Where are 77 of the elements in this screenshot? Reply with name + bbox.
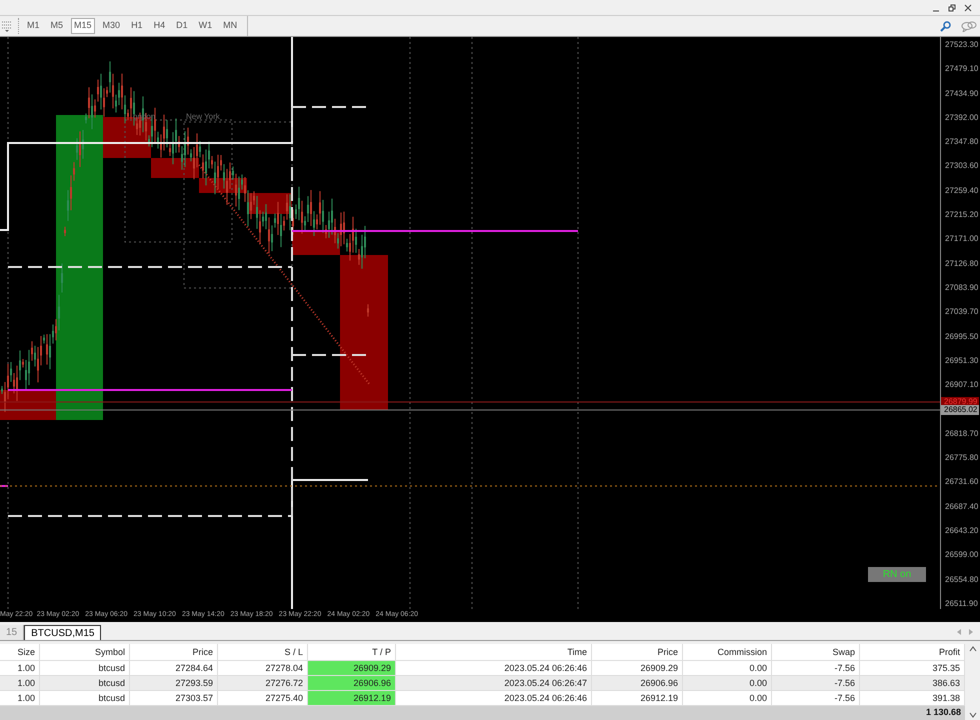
table-cell: btcusd (40, 676, 130, 690)
price-axis-label: 26818.70 (944, 428, 980, 439)
price-axis-label: 26554.80 (944, 574, 980, 585)
table-cell: 26906.96 (592, 676, 683, 690)
session-label: ondon (133, 111, 156, 123)
timeframe-button[interactable]: M15 (71, 18, 95, 34)
table-cell: btcusd (40, 661, 130, 675)
table-cell: 1.00 (0, 691, 40, 705)
column-header[interactable]: Commission (683, 644, 772, 660)
table-cell: 26909.29 (592, 661, 683, 675)
column-header[interactable]: T / P (308, 644, 396, 660)
close-icon[interactable] (964, 4, 972, 12)
column-header[interactable]: Time (396, 644, 592, 660)
table-cell: 1.00 (0, 661, 40, 675)
price-axis-label: 26511.90 (944, 598, 979, 609)
table-cell: -7.56 (772, 676, 860, 690)
table-cell: 26912.19 (308, 691, 396, 705)
price-axis-label: 27303.60 (944, 161, 980, 172)
table-cell: 0.00 (683, 691, 772, 705)
table-cell: btcusd (40, 691, 130, 705)
timeframe-button[interactable]: W1 (196, 18, 216, 34)
price-axis-label: 27126.80 (944, 258, 980, 269)
grid-icon[interactable] (2, 20, 12, 32)
scroll-up-icon[interactable] (968, 646, 976, 652)
price-axis-label: 27392.00 (944, 112, 980, 123)
price-axis-label: 26951.30 (944, 356, 980, 366)
timeframe-button[interactable]: M30 (100, 18, 124, 34)
price-axis-label: 27479.10 (944, 64, 980, 74)
restore-icon[interactable] (948, 4, 956, 12)
price-axis-label: 27171.00 (944, 234, 980, 244)
table-cell: 2023.05.24 06:26:46 (396, 691, 592, 705)
pivot-line (0, 485, 8, 487)
timeframe-button[interactable]: M1 (24, 18, 43, 34)
price-axis-label: 26599.00 (944, 550, 980, 560)
price-axis-label: 27259.40 (944, 186, 980, 196)
table-cell: 26912.19 (592, 691, 683, 705)
profit-total: 1 130.68 (926, 706, 961, 720)
price-axis-label: 26687.40 (944, 502, 980, 512)
price-axis-label: 27523.30 (944, 40, 980, 50)
column-header[interactable]: Price (592, 644, 683, 660)
timeframe-button[interactable]: H1 (128, 18, 146, 34)
price-axis-label: 26731.60 (944, 477, 980, 488)
table-cell: 0.00 (683, 676, 772, 690)
table-cell: 1.00 (0, 676, 40, 690)
timeframe-button[interactable]: M5 (48, 18, 66, 34)
table-cell: 26909.29 (308, 661, 396, 675)
table-cell: 0.00 (683, 661, 772, 675)
timeframe-button[interactable]: MN (220, 18, 240, 34)
session-label: New York (186, 111, 220, 123)
column-header[interactable]: Symbol (40, 644, 130, 660)
table-cell: 27284.64 (130, 661, 218, 675)
column-header[interactable]: Swap (772, 644, 860, 660)
table-cell: -7.56 (772, 661, 860, 675)
search-icon[interactable] (940, 20, 951, 32)
price-axis-label: 26775.80 (944, 453, 980, 464)
price-tag: 26865.02 (941, 405, 979, 415)
price-axis-label: 27434.90 (944, 88, 980, 99)
table-cell: 27303.57 (130, 691, 218, 705)
price-axis-label: 27215.20 (944, 210, 980, 220)
price-axis-label: 26643.20 (944, 526, 980, 536)
chart-tab[interactable]: BTCUSD,M15 (24, 625, 102, 640)
table-cell: 2023.05.24 06:26:47 (396, 676, 592, 690)
price-axis-label: 27347.80 (944, 137, 980, 148)
table-cell: 26906.96 (308, 676, 396, 690)
table-cell: 27293.59 (130, 676, 218, 690)
timeframe-button[interactable]: D1 (173, 18, 191, 34)
scroll-down-icon[interactable] (968, 712, 976, 718)
column-header[interactable]: Price (130, 644, 218, 660)
timeframe-button[interactable]: H4 (150, 18, 168, 34)
table-cell: -7.56 (772, 691, 860, 705)
price-axis-label: 26995.50 (944, 332, 980, 342)
price-axis-label: 27083.90 (944, 282, 980, 293)
price-axis-label: 27039.70 (944, 307, 980, 318)
column-header[interactable]: S / L (218, 644, 308, 660)
column-header[interactable]: Size (0, 644, 40, 660)
price-axis-label: 26907.10 (944, 380, 980, 390)
table-cell: 2023.05.24 06:26:46 (396, 661, 592, 675)
